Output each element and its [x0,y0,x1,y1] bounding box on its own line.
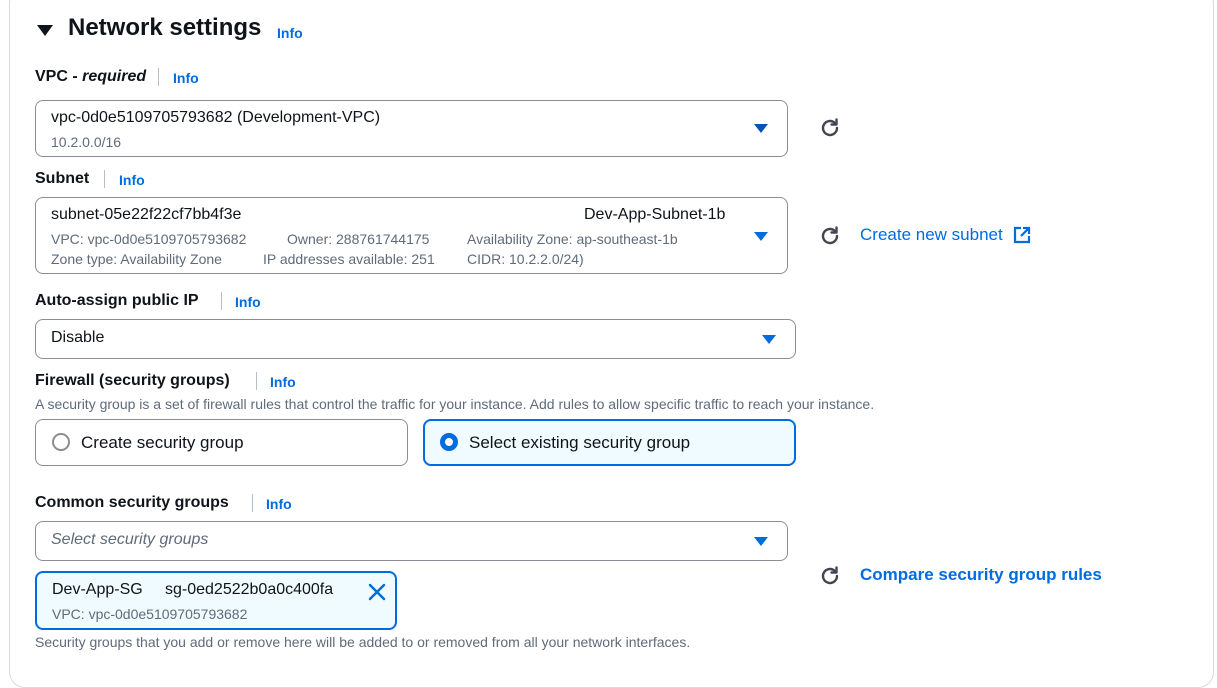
subnet-cidr: CIDR: 10.2.2.0/24) [467,251,584,267]
subnet-info-link[interactable]: Info [119,172,145,188]
collapse-caret-icon[interactable] [37,25,53,36]
subnet-zone-type: Zone type: Availability Zone [51,251,222,267]
subnet-id: subnet-05e22f22cf7bb4f3e [51,206,242,223]
subnet-label-separator [104,170,105,188]
public-ip-dropdown-caret-icon [762,335,776,344]
vpc-required-text: required [82,68,147,85]
create-security-group-option[interactable]: Create security group [35,419,408,466]
security-groups-dropdown-caret-icon [754,537,768,546]
security-group-token: Dev-App-SG sg-0ed2522b0a0c400fa VPC: vpc… [35,571,397,630]
firewall-description: A security group is a set of firewall ru… [35,396,875,412]
subnet-name: Dev-App-Subnet-1b [584,206,726,223]
public-ip-select[interactable]: Disable [35,319,796,359]
token-sg-id: sg-0ed2522b0a0c400fa [165,581,334,598]
token-sg-vpc: VPC: vpc-0d0e5109705793682 [52,606,248,622]
subnet-label: Subnet [35,170,90,187]
security-groups-placeholder: Select security groups [51,531,209,548]
subnet-vpc: VPC: vpc-0d0e5109705793682 [51,231,247,247]
vpc-select-value: vpc-0d0e5109705793682 (Development-VPC) [51,109,381,126]
compare-security-group-rules-link[interactable]: Compare security group rules [860,565,1102,585]
public-ip-label: Auto-assign public IP [35,292,199,309]
token-sg-name: Dev-App-SG [52,581,143,598]
security-groups-refresh-icon[interactable] [818,564,842,588]
vpc-refresh-icon[interactable] [818,116,842,140]
security-groups-select[interactable]: Select security groups [35,521,788,561]
create-sg-radio[interactable] [52,433,70,451]
vpc-label: VPC - required [35,68,146,86]
security-groups-footer-text: Security groups that you add or remove h… [35,634,691,650]
public-ip-label-separator [221,292,222,310]
common-sg-label: Common security groups [35,494,229,511]
common-sg-info-link[interactable]: Info [266,496,292,512]
firewall-info-link[interactable]: Info [270,374,296,390]
remove-token-close-icon[interactable] [368,583,386,601]
select-existing-sg-radio[interactable] [440,433,458,451]
external-link-icon [1013,226,1031,244]
vpc-select[interactable]: vpc-0d0e5109705793682 (Development-VPC) … [35,100,788,157]
vpc-label-text: VPC - [35,68,83,85]
vpc-dropdown-caret-icon [754,124,768,133]
subnet-refresh-icon[interactable] [818,224,842,248]
subnet-owner: Owner: 288761744175 [287,231,430,247]
create-new-subnet-link[interactable]: Create new subnet [860,225,1003,245]
select-existing-security-group-option[interactable]: Select existing security group [423,419,796,466]
vpc-label-separator [158,68,159,86]
section-title: Network settings [68,14,262,41]
public-ip-info-link[interactable]: Info [235,294,261,310]
subnet-az: Availability Zone: ap-southeast-1b [467,231,678,247]
firewall-label-separator [256,372,257,390]
vpc-select-cidr: 10.2.0.0/16 [51,134,122,150]
select-existing-sg-label: Select existing security group [469,433,691,452]
subnet-select[interactable]: subnet-05e22f22cf7bb4f3e Dev-App-Subnet-… [35,197,788,274]
public-ip-value: Disable [51,329,105,346]
section-info-link[interactable]: Info [277,25,303,41]
firewall-label: Firewall (security groups) [35,372,230,389]
subnet-dropdown-caret-icon [754,232,768,241]
vpc-info-link[interactable]: Info [173,70,199,86]
create-sg-label: Create security group [81,433,244,452]
subnet-ip-count: IP addresses available: 251 [263,251,435,267]
common-sg-label-separator [252,494,253,512]
